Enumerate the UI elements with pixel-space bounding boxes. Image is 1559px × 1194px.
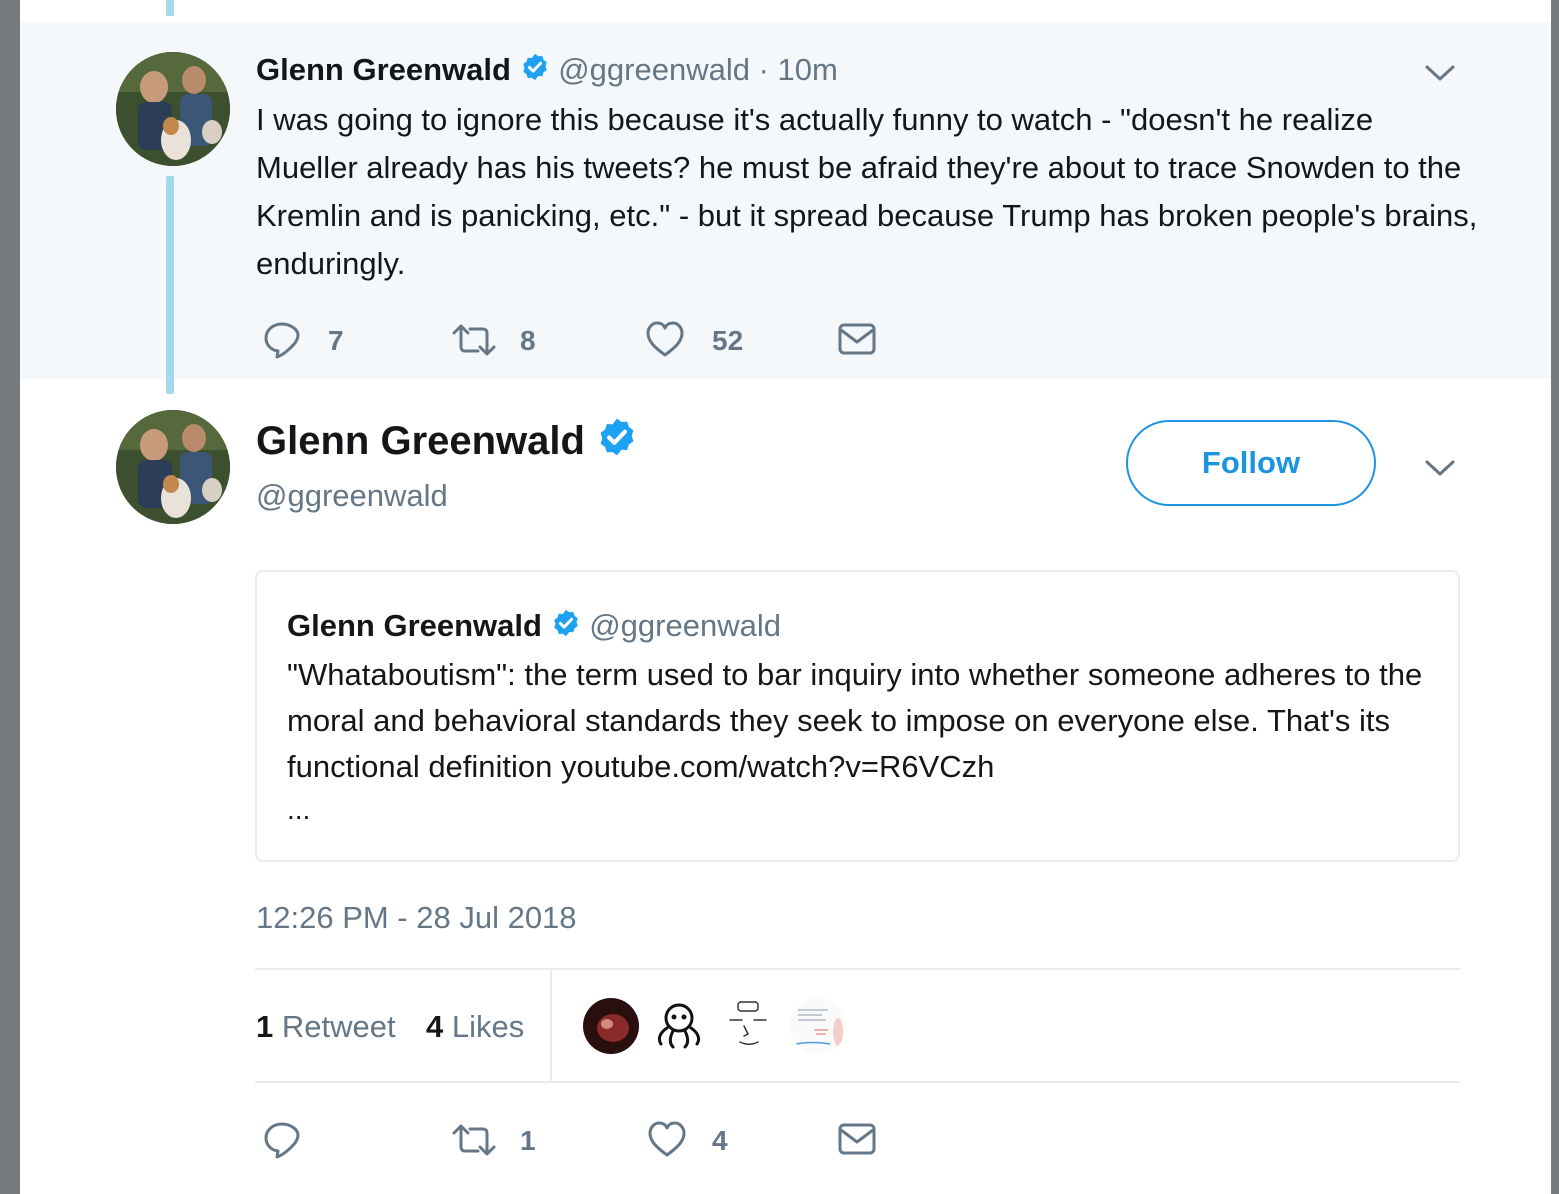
quoted-tweet-header: Glenn Greenwald @ggreenwald [287, 606, 781, 648]
window-left-edge [0, 0, 20, 1194]
liker-avatar-1[interactable] [583, 998, 639, 1054]
parent-tweet-header: Glenn Greenwald @ggreenwald · 10m [256, 50, 838, 92]
parent-author-handle[interactable]: @ggreenwald [558, 52, 750, 87]
likes-stat-label: Likes [451, 1009, 525, 1044]
follow-button[interactable]: Follow [1126, 420, 1376, 506]
retweet-icon[interactable] [452, 322, 496, 358]
liker-avatar-2[interactable] [651, 998, 707, 1054]
thread-line-top [166, 0, 174, 16]
verified-badge-icon [596, 416, 638, 470]
quoted-tweet-ellipsis: ... [287, 794, 311, 825]
stats-divider-top [255, 968, 1460, 970]
dm-icon[interactable] [838, 322, 876, 356]
retweet-icon[interactable] [452, 1122, 496, 1158]
parent-reply-count: 7 [328, 325, 344, 356]
reply-icon[interactable] [262, 1120, 302, 1160]
tweet-timestamp[interactable]: 12:26 PM - 28 Jul 2018 [256, 898, 577, 938]
quoted-tweet-text: "Whataboutism": the term used to bar inq… [287, 657, 1423, 784]
author-header: Glenn Greenwald [256, 416, 638, 470]
thread-line [166, 176, 174, 394]
author-handle[interactable]: @ggreenwald [256, 476, 448, 516]
verified-badge-icon [551, 608, 581, 648]
stats-divider-bottom [255, 1081, 1460, 1083]
quoted-author-name: Glenn Greenwald [287, 608, 542, 643]
like-icon[interactable] [647, 1120, 687, 1158]
stats-divider-vertical [550, 970, 552, 1082]
chevron-down-icon[interactable] [1423, 457, 1457, 479]
likes-stat-value: 4 [426, 1009, 444, 1044]
quoted-author-handle: @ggreenwald [589, 608, 781, 643]
liker-avatar-4[interactable] [790, 998, 846, 1054]
retweet-count: 1 [520, 1125, 536, 1156]
retweet-stat[interactable]: 1 Retweet [256, 1007, 396, 1047]
retweet-stat-label: Retweet [281, 1009, 396, 1044]
author-avatar[interactable] [116, 410, 230, 524]
likes-stat[interactable]: 4 Likes [426, 1007, 524, 1047]
parent-retweet-count: 8 [520, 325, 536, 356]
parent-tweet-text: I was going to ignore this because it's … [256, 102, 1478, 281]
verified-badge-icon [520, 52, 550, 92]
chevron-down-icon[interactable] [1423, 62, 1457, 84]
like-icon[interactable] [645, 320, 685, 358]
header-separator: · [758, 52, 769, 87]
parent-author-name[interactable]: Glenn Greenwald [256, 52, 511, 87]
like-count: 4 [712, 1125, 728, 1156]
window-right-edge [1551, 0, 1559, 1194]
dm-icon[interactable] [838, 1122, 876, 1156]
liker-avatar-3[interactable] [720, 998, 776, 1054]
quoted-tweet-card[interactable]: Glenn Greenwald @ggreenwald "Whataboutis… [255, 570, 1460, 862]
parent-author-avatar[interactable] [116, 52, 230, 166]
author-name[interactable]: Glenn Greenwald [256, 419, 585, 463]
retweet-stat-value: 1 [256, 1009, 274, 1044]
parent-tweet-time[interactable]: 10m [778, 52, 838, 87]
reply-icon[interactable] [262, 320, 302, 360]
parent-like-count: 52 [712, 325, 744, 356]
